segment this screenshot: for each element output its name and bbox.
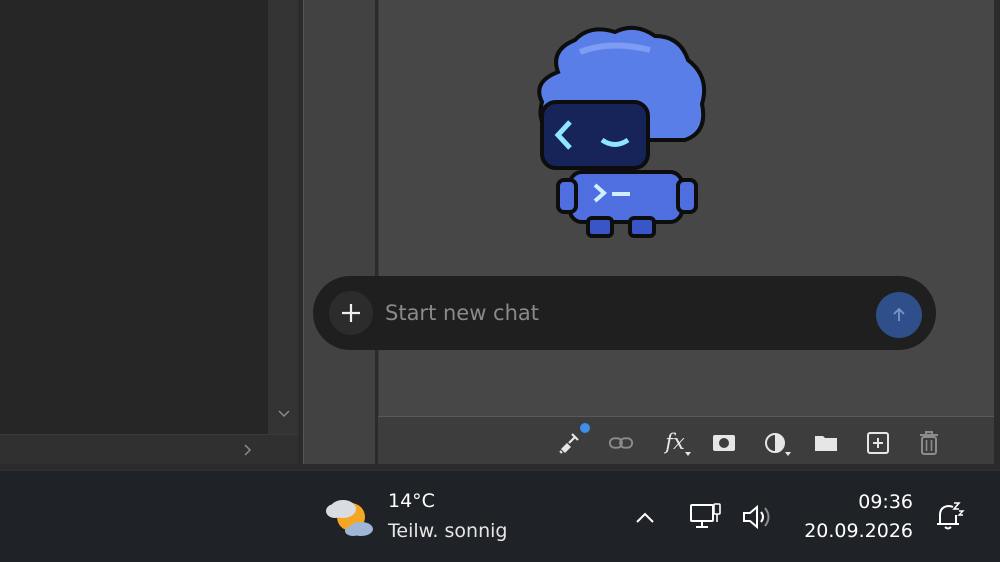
link-button[interactable] — [608, 430, 634, 456]
application-window — [0, 0, 1000, 470]
add-box-icon — [867, 432, 889, 454]
chat-input-bar — [313, 276, 936, 350]
trash-icon — [920, 431, 938, 455]
taskbar-clock[interactable]: 09:36 20.09.2026 — [795, 488, 913, 546]
network-icon[interactable] — [688, 500, 722, 534]
link-icon — [608, 437, 634, 449]
vertical-scrollbar[interactable] — [268, 0, 298, 434]
send-button[interactable] — [876, 292, 922, 338]
plus-icon — [342, 304, 360, 322]
notification-badge — [580, 423, 590, 433]
weather-description[interactable]: Teilw. sonnig — [388, 520, 507, 542]
bottom-toolbar: fx — [378, 416, 994, 464]
open-folder-button[interactable] — [813, 430, 839, 456]
screenshot-button[interactable] — [711, 430, 737, 456]
contrast-icon — [765, 433, 785, 453]
new-item-button[interactable] — [865, 430, 891, 456]
camera-icon — [713, 435, 735, 451]
middle-panel — [303, 0, 375, 464]
robot-mascot-icon — [537, 25, 707, 238]
arrow-up-icon — [893, 307, 905, 321]
folder-icon — [815, 436, 837, 451]
window-edge — [994, 0, 1000, 470]
chevron-up-icon[interactable] — [631, 504, 659, 532]
chevron-right-icon[interactable] — [238, 441, 256, 459]
broom-icon — [559, 433, 579, 454]
clock-time: 09:36 — [858, 491, 913, 513]
dropdown-caret-icon — [785, 452, 791, 456]
chevron-down-icon[interactable] — [275, 404, 293, 422]
add-attachment-button[interactable] — [329, 291, 373, 335]
function-icon: fx — [665, 430, 685, 454]
delete-button[interactable] — [916, 430, 942, 456]
function-button[interactable]: fx — [662, 430, 691, 456]
chat-input[interactable] — [385, 294, 855, 332]
clock-date: 20.09.2026 — [804, 520, 913, 542]
partly-sunny-icon[interactable] — [325, 491, 377, 539]
volume-icon[interactable] — [740, 502, 774, 532]
left-panel — [0, 0, 268, 434]
notification-snooze-icon[interactable] — [932, 500, 966, 534]
clean-button[interactable] — [556, 430, 582, 456]
weather-temperature[interactable]: 14°C — [388, 490, 435, 512]
dropdown-caret-icon — [685, 452, 691, 456]
theme-button[interactable] — [762, 430, 791, 456]
